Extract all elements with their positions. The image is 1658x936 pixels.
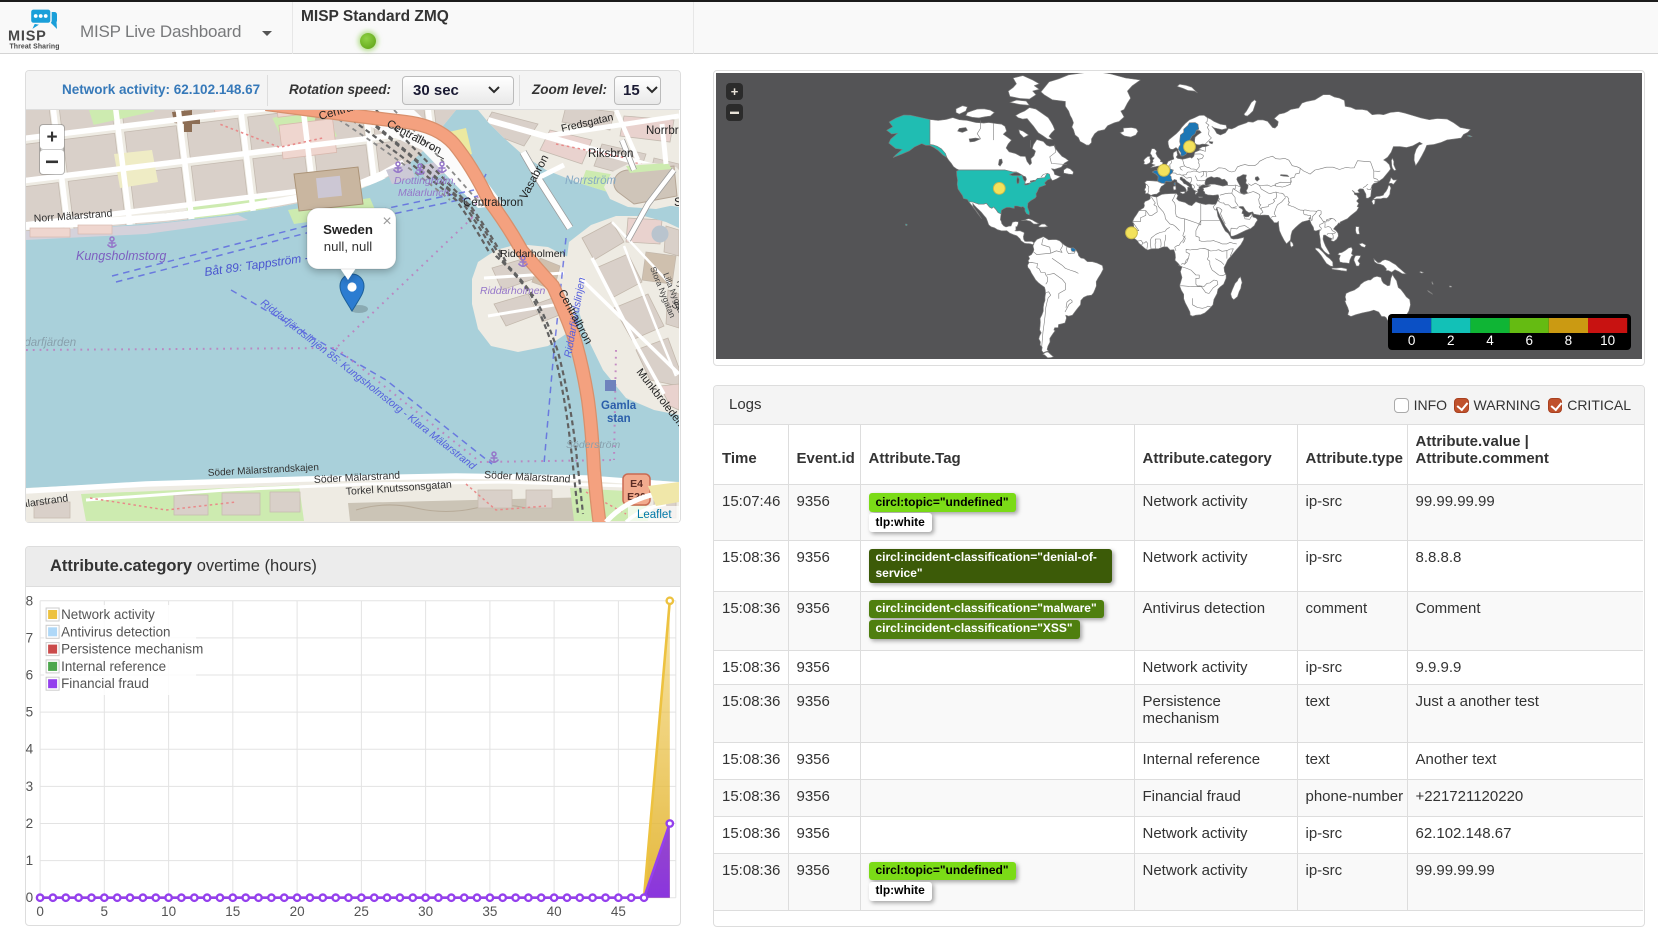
svg-text:0: 0 xyxy=(26,890,34,905)
svg-text:45: 45 xyxy=(611,904,626,919)
svg-text:Gamla: Gamla xyxy=(601,400,637,412)
svg-text:Mälarlunch: Mälarlunch xyxy=(398,187,450,199)
svg-text:2: 2 xyxy=(1447,333,1455,348)
svg-text:7: 7 xyxy=(26,630,34,645)
svg-text:ddarfjärden: ddarfjärden xyxy=(26,337,76,349)
svg-text:20: 20 xyxy=(290,904,305,919)
svg-text:25: 25 xyxy=(354,904,369,919)
svg-text:Norrström: Norrström xyxy=(565,175,617,187)
svg-text:3: 3 xyxy=(26,779,34,794)
svg-text:Riddarholmen: Riddarholmen xyxy=(480,285,546,297)
svg-text:4: 4 xyxy=(26,742,34,757)
svg-text:6: 6 xyxy=(1525,333,1533,348)
svg-text:+: + xyxy=(731,84,739,99)
svg-text:1: 1 xyxy=(26,853,34,868)
svg-text:Persistence mechanism: Persistence mechanism xyxy=(61,642,203,657)
svg-text:0: 0 xyxy=(1408,333,1416,348)
svg-text:Internal reference: Internal reference xyxy=(61,659,166,674)
svg-text:40: 40 xyxy=(547,904,562,919)
svg-text:E4: E4 xyxy=(630,478,643,490)
svg-text:Riddarholmen: Riddarholmen xyxy=(500,248,566,260)
svg-text:8: 8 xyxy=(26,593,34,608)
svg-text:Sweden: Sweden xyxy=(323,222,373,237)
svg-text:Antivirus detection: Antivirus detection xyxy=(61,624,170,639)
svg-text:Leaflet: Leaflet xyxy=(637,509,672,521)
svg-text:5: 5 xyxy=(101,904,109,919)
svg-text:Financial fraud: Financial fraud xyxy=(61,676,149,691)
svg-text:5: 5 xyxy=(26,705,34,720)
svg-text:30: 30 xyxy=(418,904,433,919)
svg-text:null, null: null, null xyxy=(324,239,372,254)
svg-text:6: 6 xyxy=(26,668,34,683)
svg-text:0: 0 xyxy=(36,904,44,919)
svg-text:MISP: MISP xyxy=(8,29,47,45)
svg-text:2: 2 xyxy=(26,816,34,831)
svg-text:10: 10 xyxy=(1600,333,1615,348)
svg-text:Norrbr: Norrbr xyxy=(646,125,679,137)
svg-text:Threat Sharing: Threat Sharing xyxy=(10,44,60,51)
svg-text:10: 10 xyxy=(161,904,176,919)
svg-text:15: 15 xyxy=(225,904,240,919)
svg-text:8: 8 xyxy=(1565,333,1573,348)
svg-text:Riksbron: Riksbron xyxy=(588,148,633,160)
svg-text:S: S xyxy=(674,195,679,209)
svg-text:Drottingholm,: Drottingholm, xyxy=(394,175,456,187)
svg-text:Network activity: Network activity xyxy=(61,607,155,622)
svg-text:Kungsholmstorg: Kungsholmstorg xyxy=(76,249,166,263)
svg-text:35: 35 xyxy=(482,904,497,919)
svg-text:4: 4 xyxy=(1486,333,1494,348)
svg-text:Söderström: Söderström xyxy=(566,439,621,451)
svg-text:+: + xyxy=(46,127,57,148)
svg-text:stan: stan xyxy=(607,413,631,425)
svg-text:Centralbron: Centralbron xyxy=(463,197,523,209)
svg-text:×: × xyxy=(382,213,391,230)
